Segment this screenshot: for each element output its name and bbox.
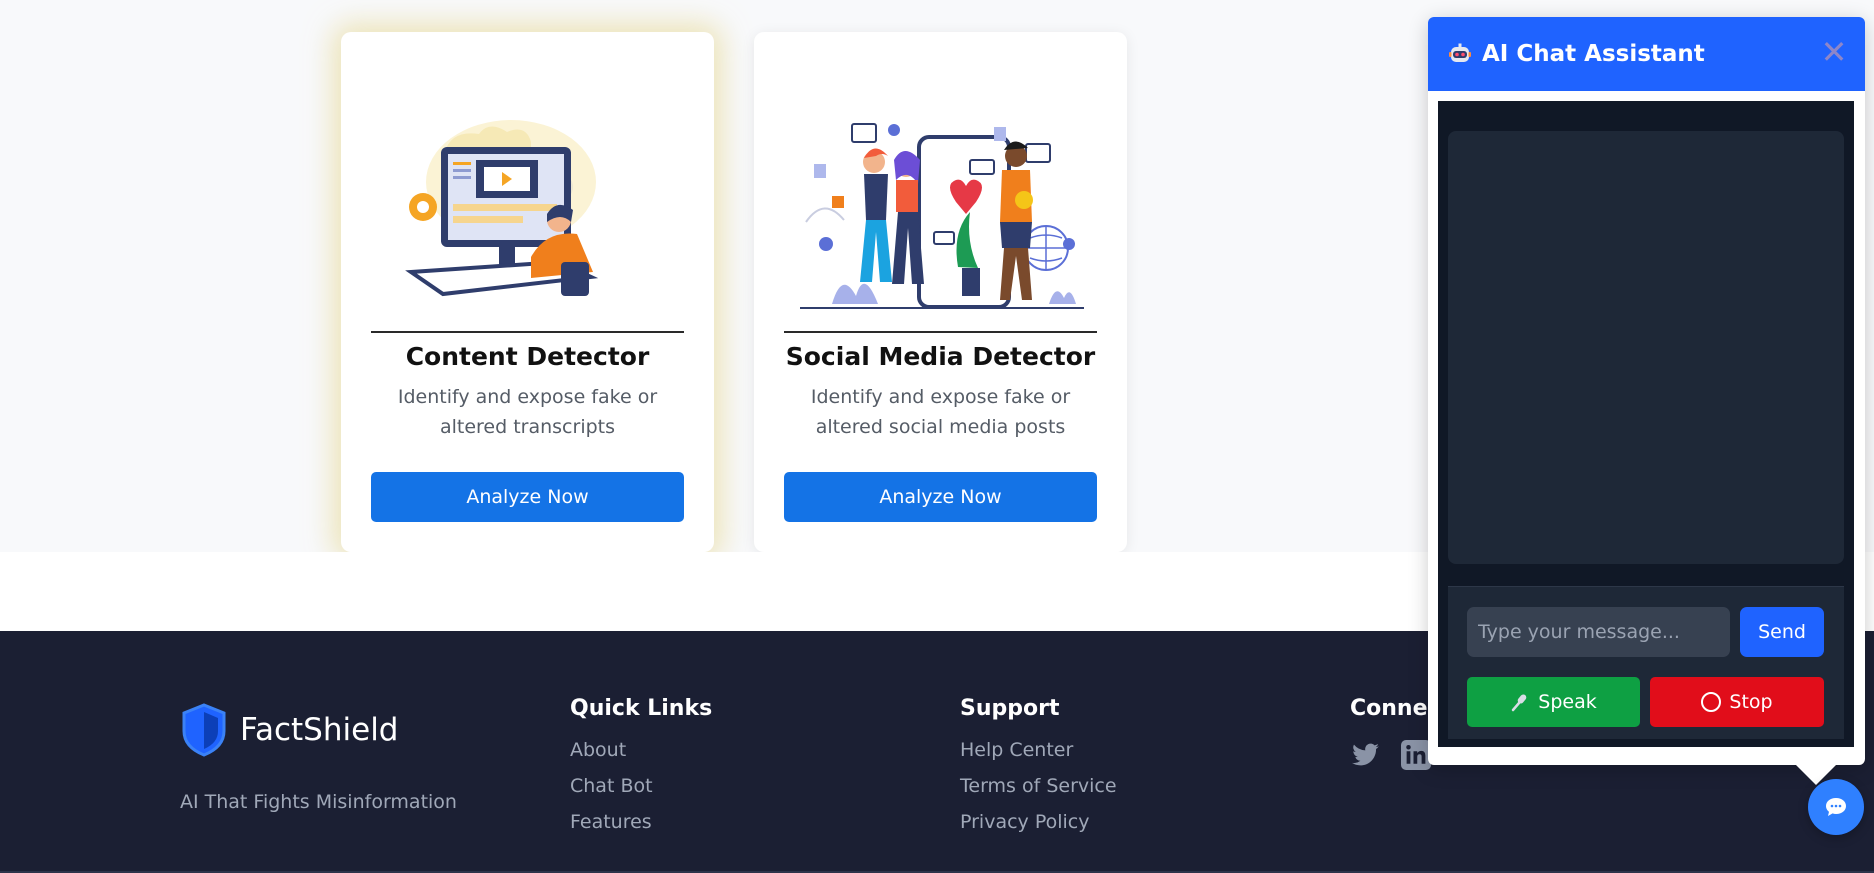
chat-header: AI Chat Assistant ✕ <box>1428 17 1865 91</box>
chat-controls: Send Speak Stop <box>1448 587 1844 739</box>
footer-link-about[interactable]: About <box>570 739 712 761</box>
footer-brand[interactable]: FactShield <box>180 703 398 757</box>
chat-toggle-button[interactable] <box>1808 779 1864 835</box>
card-description: Identify and expose fake or altered tran… <box>397 386 658 438</box>
social-media-illustration <box>800 123 1084 309</box>
analyze-now-button[interactable]: Analyze Now <box>371 472 684 522</box>
content-detector-card: Content Detector Identify and expose fak… <box>341 32 714 552</box>
content-detector-illustration <box>405 120 599 297</box>
stop-button[interactable]: Stop <box>1650 677 1824 727</box>
brand-name: FactShield <box>240 712 399 748</box>
card-divider <box>784 331 1097 333</box>
card-title: Social Media Detector <box>785 342 1096 371</box>
support-column: Support Help Center Terms of Service Pri… <box>960 696 1117 847</box>
chat-message-input[interactable] <box>1467 607 1730 657</box>
close-icon[interactable]: ✕ <box>1819 36 1849 68</box>
chat-bubble-icon <box>1826 798 1846 816</box>
footer-link-chat-bot[interactable]: Chat Bot <box>570 775 712 797</box>
footer-link-terms-of-service[interactable]: Terms of Service <box>960 775 1117 797</box>
quick-links-title: Quick Links <box>570 696 713 721</box>
card-title: Content Detector <box>405 342 650 371</box>
social-media-detector-card: Social Media Detector Identify and expos… <box>754 32 1127 552</box>
send-button[interactable]: Send <box>1740 607 1824 657</box>
footer-link-features[interactable]: Features <box>570 811 712 833</box>
stop-button-label: Stop <box>1729 691 1773 713</box>
twitter-icon[interactable] <box>1350 739 1382 771</box>
footer-link-privacy-policy[interactable]: Privacy Policy <box>960 811 1117 833</box>
chat-messages-area[interactable] <box>1448 131 1844 564</box>
speak-button-label: Speak <box>1538 691 1597 713</box>
card-description: Identify and expose fake or altered soci… <box>810 386 1071 438</box>
quick-links-column: Quick Links About Chat Bot Features <box>570 696 712 847</box>
footer-tagline: AI That Fights Misinformation <box>180 791 457 813</box>
speak-button[interactable]: Speak <box>1467 677 1640 727</box>
analyze-now-button[interactable]: Analyze Now <box>784 472 1097 522</box>
shield-logo-icon <box>182 703 226 757</box>
chat-body: Send Speak Stop <box>1438 101 1854 747</box>
robot-icon <box>1449 43 1471 62</box>
chat-widget: AI Chat Assistant ✕ Send Speak Stop <box>1428 17 1865 765</box>
card-divider <box>371 331 684 333</box>
footer-link-help-center[interactable]: Help Center <box>960 739 1117 761</box>
support-title: Support <box>960 696 1060 721</box>
microphone-icon <box>1512 694 1527 712</box>
stop-circle-icon <box>1701 692 1722 712</box>
chat-title: AI Chat Assistant <box>1482 41 1705 67</box>
